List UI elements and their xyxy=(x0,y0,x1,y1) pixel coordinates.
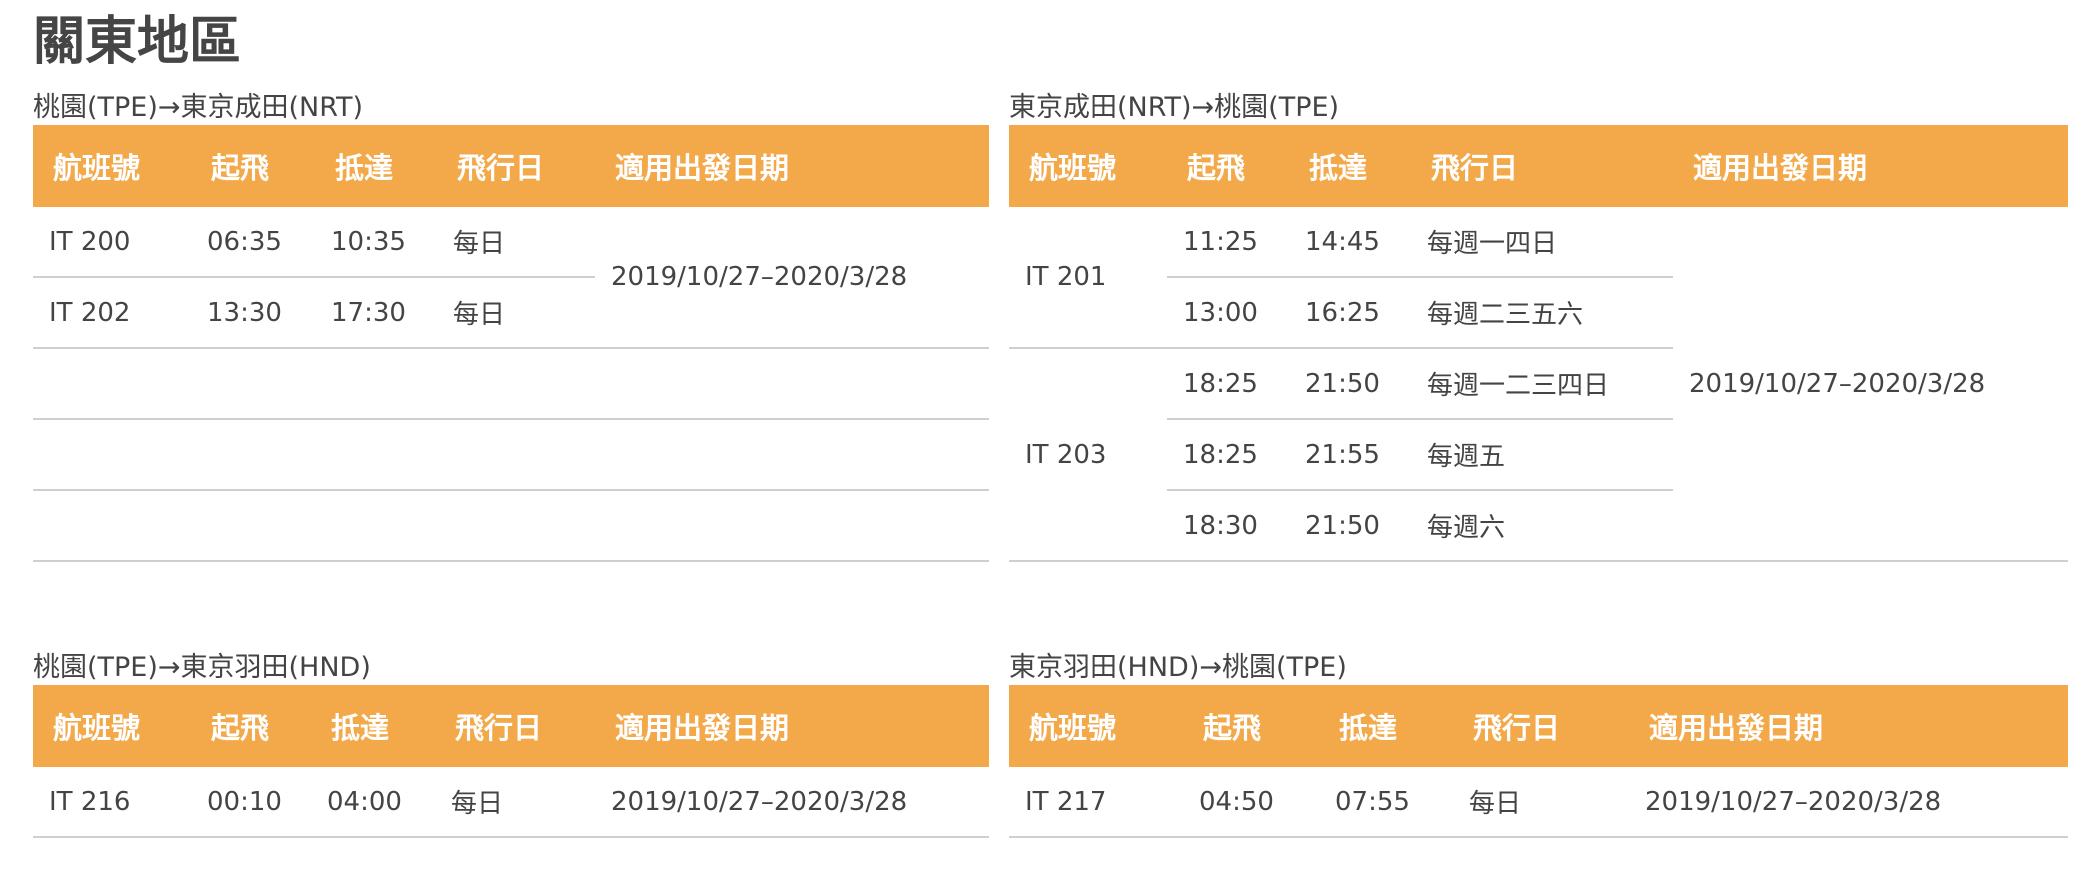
page-title: 關東地區 xyxy=(33,12,242,72)
schedule-nrt-tpe: 東京成田(NRT)→桃園(TPE) 航班號 起飛 抵達 飛行日 適用出發日期 I… xyxy=(1009,91,2068,562)
departure-time: 04:50 xyxy=(1183,767,1319,838)
table-row: IT 200 06:35 10:35 每日 2019/10/27–2020/3/… xyxy=(33,207,989,349)
header-arrival: 抵達 xyxy=(1289,125,1411,207)
header-flight: 航班號 xyxy=(1009,125,1167,207)
header-period: 適用出發日期 xyxy=(1673,125,2068,207)
header-departure: 起飛 xyxy=(191,125,315,207)
flight-days: 每日 xyxy=(1453,767,1629,838)
header-flight: 航班號 xyxy=(1009,685,1183,767)
arrival-time: 21:50 xyxy=(1289,348,1411,420)
departure-time: 13:00 xyxy=(1167,277,1289,349)
arrival-time: 04:00 xyxy=(311,767,435,838)
header-period: 適用出發日期 xyxy=(595,125,989,207)
flight-days: 每週一二三四日 xyxy=(1411,348,1673,420)
header-days: 飛行日 xyxy=(435,685,595,767)
schedule-table: 航班號 起飛 抵達 飛行日 適用出發日期 IT 201 11:25 14:45 … xyxy=(1009,125,2068,562)
flight-days: 每週六 xyxy=(1411,490,1673,562)
header-departure: 起飛 xyxy=(1167,125,1289,207)
schedule-table: 航班號 起飛 抵達 飛行日 適用出發日期 IT 217 04:50 07:55 … xyxy=(1009,685,2068,838)
empty-row xyxy=(33,419,989,491)
header-period: 適用出發日期 xyxy=(595,685,989,767)
arrival-time: 17:30 xyxy=(315,277,437,349)
header-departure: 起飛 xyxy=(1183,685,1319,767)
route-title: 東京成田(NRT)→桃園(TPE) xyxy=(1009,92,1340,123)
schedule-table: 航班號 起飛 抵達 飛行日 適用出發日期 IT 216 00:10 04:00 … xyxy=(33,685,989,838)
valid-period: 2019/10/27–2020/3/28 xyxy=(595,207,989,349)
valid-period: 2019/10/27–2020/3/28 xyxy=(1629,767,2068,838)
departure-time: 18:25 xyxy=(1167,348,1289,420)
flight-days: 每週二三五六 xyxy=(1411,277,1673,349)
departure-time: 18:25 xyxy=(1167,419,1289,491)
table-row: IT 201 11:25 14:45 每週一四日 2019/10/27–2020… xyxy=(1009,207,2068,562)
departure-time: 06:35 xyxy=(191,207,315,278)
flight-days: 每週五 xyxy=(1411,419,1673,491)
departure-time: 18:30 xyxy=(1167,490,1289,562)
table-header-row: 航班號 起飛 抵達 飛行日 適用出發日期 xyxy=(33,685,989,767)
route-title: 桃園(TPE)→東京成田(NRT) xyxy=(33,92,364,123)
table-header-row: 航班號 起飛 抵達 飛行日 適用出發日期 xyxy=(1009,125,2068,207)
header-days: 飛行日 xyxy=(1411,125,1673,207)
header-departure: 起飛 xyxy=(191,685,311,767)
table-row: IT 216 00:10 04:00 每日 2019/10/27–2020/3/… xyxy=(33,767,989,838)
table-header-row: 航班號 起飛 抵達 飛行日 適用出發日期 xyxy=(33,125,989,207)
empty-row xyxy=(33,490,989,562)
schedule-tpe-hnd: 桃園(TPE)→東京羽田(HND) 航班號 起飛 抵達 飛行日 適用出發日期 I… xyxy=(33,651,989,838)
header-days: 飛行日 xyxy=(437,125,595,207)
flight-number: IT 200 xyxy=(33,207,191,278)
schedule-table: 航班號 起飛 抵達 飛行日 適用出發日期 IT 200 06:35 10:35 … xyxy=(33,125,989,562)
arrival-time: 21:55 xyxy=(1289,419,1411,491)
table-row: IT 217 04:50 07:55 每日 2019/10/27–2020/3/… xyxy=(1009,767,2068,838)
schedule-tpe-nrt: 桃園(TPE)→東京成田(NRT) 航班號 起飛 抵達 飛行日 適用出發日期 I… xyxy=(33,91,989,562)
departure-time: 11:25 xyxy=(1167,207,1289,278)
flight-number: IT 216 xyxy=(33,767,191,838)
empty-row xyxy=(33,348,989,420)
flight-number: IT 202 xyxy=(33,277,191,349)
header-arrival: 抵達 xyxy=(1319,685,1453,767)
flight-days: 每日 xyxy=(437,207,595,278)
header-flight: 航班號 xyxy=(33,125,191,207)
header-arrival: 抵達 xyxy=(315,125,437,207)
flight-number: IT 203 xyxy=(1009,348,1167,562)
arrival-time: 16:25 xyxy=(1289,277,1411,349)
flight-days: 每日 xyxy=(435,767,595,838)
arrival-time: 07:55 xyxy=(1319,767,1453,838)
flight-days: 每日 xyxy=(437,277,595,349)
flight-number: IT 217 xyxy=(1009,767,1183,838)
route-title: 桃園(TPE)→東京羽田(HND) xyxy=(33,652,371,683)
table-header-row: 航班號 起飛 抵達 飛行日 適用出發日期 xyxy=(1009,685,2068,767)
header-arrival: 抵達 xyxy=(311,685,435,767)
valid-period: 2019/10/27–2020/3/28 xyxy=(1673,207,2068,562)
arrival-time: 14:45 xyxy=(1289,207,1411,278)
header-days: 飛行日 xyxy=(1453,685,1629,767)
flight-days: 每週一四日 xyxy=(1411,207,1673,278)
arrival-time: 10:35 xyxy=(315,207,437,278)
schedule-hnd-tpe: 東京羽田(HND)→桃園(TPE) 航班號 起飛 抵達 飛行日 適用出發日期 I… xyxy=(1009,651,2068,838)
arrival-time: 21:50 xyxy=(1289,490,1411,562)
valid-period: 2019/10/27–2020/3/28 xyxy=(595,767,989,838)
route-title: 東京羽田(HND)→桃園(TPE) xyxy=(1009,652,1347,683)
header-flight: 航班號 xyxy=(33,685,191,767)
flight-number: IT 201 xyxy=(1009,207,1167,349)
departure-time: 00:10 xyxy=(191,767,311,838)
departure-time: 13:30 xyxy=(191,277,315,349)
header-period: 適用出發日期 xyxy=(1629,685,2068,767)
